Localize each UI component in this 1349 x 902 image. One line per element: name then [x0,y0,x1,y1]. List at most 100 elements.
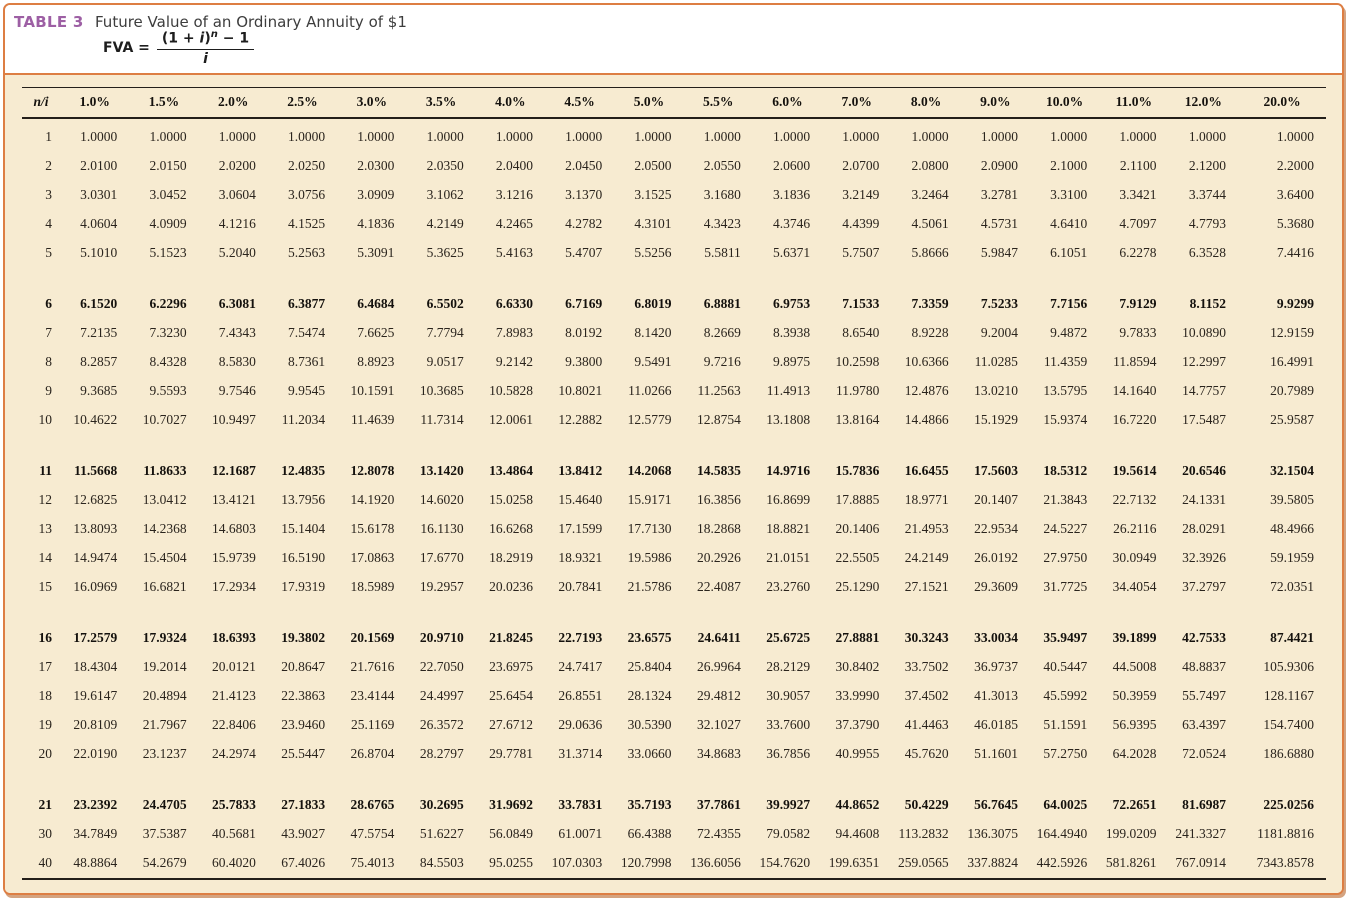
fva-value-cell: 8.2669 [684,319,753,348]
fva-value-cell: 9.3685 [60,377,129,406]
fva-value-cell: 4.2149 [406,210,475,239]
fva-value-cell: 18.5989 [337,573,406,602]
fva-value-cell: 14.9716 [753,435,822,486]
fva-value-cell: 19.6147 [60,682,129,711]
fva-value-cell: 30.3243 [891,602,960,653]
fva-value-cell: 57.2750 [1030,740,1099,769]
fva-value-cell: 24.7417 [545,653,614,682]
fva-value-cell: 27.9750 [1030,544,1099,573]
fva-value-cell: 9.5593 [129,377,198,406]
column-header: 1.5% [129,88,198,119]
fva-value-cell: 28.2129 [753,653,822,682]
fva-value-cell: 20.9710 [406,602,475,653]
fva-value-cell: 41.4463 [891,711,960,740]
fva-value-cell: 22.9534 [961,515,1030,544]
fva-value-cell: 26.8704 [337,740,406,769]
fva-value-cell: 45.5992 [1030,682,1099,711]
fva-value-cell: 186.6880 [1238,740,1326,769]
fva-value-cell: 7.1533 [822,268,891,319]
fva-value-cell: 120.7998 [614,849,683,879]
fva-value-cell: 17.9319 [268,573,337,602]
fva-value-cell: 17.0863 [337,544,406,573]
fva-value-cell: 48.8837 [1169,653,1239,682]
column-header: 4.5% [545,88,614,119]
column-header: 2.0% [199,88,268,119]
table-row: 88.28578.43288.58308.73618.89239.05179.2… [22,348,1326,377]
row-label-n: 16 [22,602,60,653]
fva-value-cell: 60.4020 [199,849,268,879]
fva-value-cell: 10.8021 [545,377,614,406]
fva-value-cell: 2.1200 [1169,152,1239,181]
fva-value-cell: 30.0949 [1099,544,1168,573]
fva-value-cell: 2.0150 [129,152,198,181]
fva-value-cell: 8.8923 [337,348,406,377]
fva-value-cell: 15.6178 [337,515,406,544]
table-row: 2022.019023.123724.297425.544726.870428.… [22,740,1326,769]
row-label-n: 14 [22,544,60,573]
fva-value-cell: 5.4163 [476,239,545,268]
fva-value-cell: 21.0151 [753,544,822,573]
row-label-n: 10 [22,406,60,435]
fva-value-cell: 6.5502 [406,268,475,319]
fva-value-cell: 3.0756 [268,181,337,210]
column-header: 3.0% [337,88,406,119]
fva-value-cell: 259.0565 [891,849,960,879]
fva-value-cell: 25.1169 [337,711,406,740]
fva-value-cell: 107.0303 [545,849,614,879]
fva-value-cell: 27.1833 [268,769,337,820]
fva-value-cell: 17.9324 [129,602,198,653]
fva-value-cell: 79.0582 [753,820,822,849]
fva-value-cell: 1.0000 [406,118,475,152]
fva-value-cell: 1.0000 [337,118,406,152]
fva-value-cell: 11.0285 [961,348,1030,377]
fva-value-cell: 3.0604 [199,181,268,210]
fva-value-cell: 1.0000 [60,118,129,152]
fva-value-cell: 3.3421 [1099,181,1168,210]
fva-value-cell: 16.7220 [1099,406,1168,435]
fva-value-cell: 13.1808 [753,406,822,435]
title-band: TABLE 3 Future Value of an Ordinary Annu… [5,5,1342,73]
fva-value-cell: 20.6546 [1169,435,1239,486]
fva-value-cell: 7.6625 [337,319,406,348]
fva-value-cell: 1.0000 [753,118,822,152]
fva-value-cell: 13.7956 [268,486,337,515]
fva-value-cell: 63.4397 [1169,711,1239,740]
table-row: 4048.886454.267960.402067.402675.401384.… [22,849,1326,879]
fva-value-cell: 20.2926 [684,544,753,573]
row-label-n: 3 [22,181,60,210]
fva-value-cell: 72.0524 [1169,740,1239,769]
fva-value-cell: 5.4707 [545,239,614,268]
fva-value-cell: 2.0500 [614,152,683,181]
fva-value-cell: 7343.8578 [1238,849,1326,879]
fva-value-cell: 11.4913 [753,377,822,406]
fva-value-cell: 11.0266 [614,377,683,406]
fva-value-cell: 56.7645 [961,769,1030,820]
row-label-n: 5 [22,239,60,268]
fva-value-cell: 25.5447 [268,740,337,769]
table-3-panel: TABLE 3 Future Value of an Ordinary Annu… [3,3,1344,895]
fva-value-cell: 21.7616 [337,653,406,682]
fva-value-cell: 23.6975 [476,653,545,682]
fva-value-cell: 10.5828 [476,377,545,406]
fva-value-cell: 37.3790 [822,711,891,740]
fva-value-cell: 13.4864 [476,435,545,486]
fva-value-cell: 40.5681 [199,820,268,849]
table-row: 66.15206.22966.30816.38776.46846.55026.6… [22,268,1326,319]
fva-value-cell: 7.8983 [476,319,545,348]
fva-value-cell: 4.0604 [60,210,129,239]
fva-value-cell: 7.5233 [961,268,1030,319]
fva-value-cell: 1.0000 [1169,118,1239,152]
fva-value-cell: 33.9990 [822,682,891,711]
fva-value-cell: 7.7156 [1030,268,1099,319]
fva-value-cell: 17.1599 [545,515,614,544]
column-header: 20.0% [1238,88,1326,119]
fva-value-cell: 2.0100 [60,152,129,181]
fva-value-cell: 21.8245 [476,602,545,653]
table-row: 1212.682513.041213.412113.795614.192014.… [22,486,1326,515]
fva-value-cell: 13.8093 [60,515,129,544]
fva-value-cell: 37.7861 [684,769,753,820]
fva-value-cell: 20.1569 [337,602,406,653]
fva-value-cell: 15.1404 [268,515,337,544]
fva-value-cell: 13.0412 [129,486,198,515]
fva-value-cell: 11.2034 [268,406,337,435]
